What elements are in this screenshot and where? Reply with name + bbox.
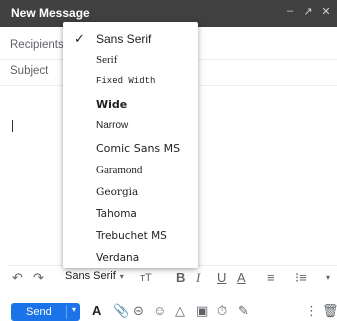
font-menu-item[interactable]: Verdana [63, 248, 198, 270]
font-menu: ✓ Sans Serif Serif Fixed Width Wide Narrow Com… [63, 22, 198, 268]
send-divider [66, 305, 67, 319]
font-menu-item[interactable]: Comic Sans MS [63, 138, 198, 160]
close-icon[interactable]: ✕ [321, 5, 331, 18]
text-color-icon[interactable]: A [237, 270, 246, 286]
photo-icon[interactable]: ▣ [196, 303, 208, 319]
link-icon[interactable]: ⊝ [133, 303, 144, 319]
font-menu-item[interactable]: Trebuchet MS [63, 226, 198, 248]
font-menu-item-label: Comic Sans MS [96, 142, 181, 155]
font-menu-item[interactable]: Serif [63, 50, 198, 72]
font-menu-item[interactable]: Narrow [63, 116, 198, 138]
trash-icon[interactable]: 🗑 [322, 303, 337, 319]
more-formatting-icon[interactable]: ▾ [326, 270, 330, 286]
font-menu-item-label: Garamond [96, 164, 143, 176]
underline-icon[interactable]: U [217, 270, 226, 286]
font-menu-item-label: Georgia [96, 186, 139, 198]
send-label: Send [26, 306, 52, 318]
font-menu-item[interactable]: ✓ Sans Serif [63, 28, 198, 50]
signature-icon[interactable]: ✎ [238, 303, 249, 319]
send-button[interactable]: Send ▾ [11, 303, 80, 321]
recipients-label: Recipients [10, 39, 64, 51]
font-menu-item-label: Narrow [96, 120, 129, 131]
font-menu-item[interactable]: Garamond [63, 160, 198, 182]
minimize-icon[interactable]: – [285, 5, 295, 18]
font-menu-item[interactable]: Wide [63, 94, 198, 116]
font-menu-item[interactable]: Georgia [63, 182, 198, 204]
expand-icon[interactable]: ↗ [303, 5, 313, 18]
emoji-icon[interactable]: ☺ [153, 303, 166, 318]
drive-icon[interactable]: △ [175, 303, 185, 319]
more-options-icon[interactable]: ⋮ [305, 303, 318, 319]
font-menu-item-label: Fixed Width [96, 76, 156, 86]
compose-title: New Message [11, 6, 90, 20]
font-select[interactable]: Sans Serif ▾ [65, 270, 124, 282]
font-select-label: Sans Serif [65, 270, 116, 282]
chevron-down-icon: ▾ [119, 272, 124, 281]
font-size-icon[interactable]: тT [140, 270, 152, 286]
window-controls: – ↗ ✕ [285, 5, 331, 18]
formatting-options-icon[interactable]: A [92, 303, 101, 318]
font-menu-item-label: Wide [96, 98, 128, 111]
font-menu-item-label: Serif [96, 54, 118, 66]
font-menu-item[interactable]: Tahoma [63, 204, 198, 226]
bold-icon[interactable]: B [176, 270, 185, 286]
send-options-icon[interactable]: ▾ [72, 305, 76, 314]
redo-icon[interactable]: ↷ [33, 270, 44, 286]
action-bar: Send ▾ A 📎 ⊝ ☺ △ ▣ ⏱ ✎ ⋮ 🗑 [0, 300, 337, 321]
font-menu-item-label: Sans Serif [96, 32, 152, 46]
numbered-list-icon[interactable]: ⁝≡ [295, 270, 307, 286]
font-menu-item-label: Tahoma [96, 208, 137, 220]
confidential-icon[interactable]: ⏱ [217, 303, 227, 319]
font-menu-item-label: Verdana [96, 252, 140, 264]
subject-label: Subject [10, 65, 49, 77]
font-menu-item[interactable]: Fixed Width [63, 72, 198, 94]
font-menu-item-label: Trebuchet MS [96, 230, 167, 242]
attach-icon[interactable]: 📎 [113, 303, 129, 319]
italic-icon[interactable]: I [196, 270, 200, 286]
align-icon[interactable]: ≡ [267, 270, 275, 286]
check-icon: ✓ [74, 31, 85, 46]
text-cursor [12, 120, 13, 132]
undo-icon[interactable]: ↶ [12, 270, 23, 286]
